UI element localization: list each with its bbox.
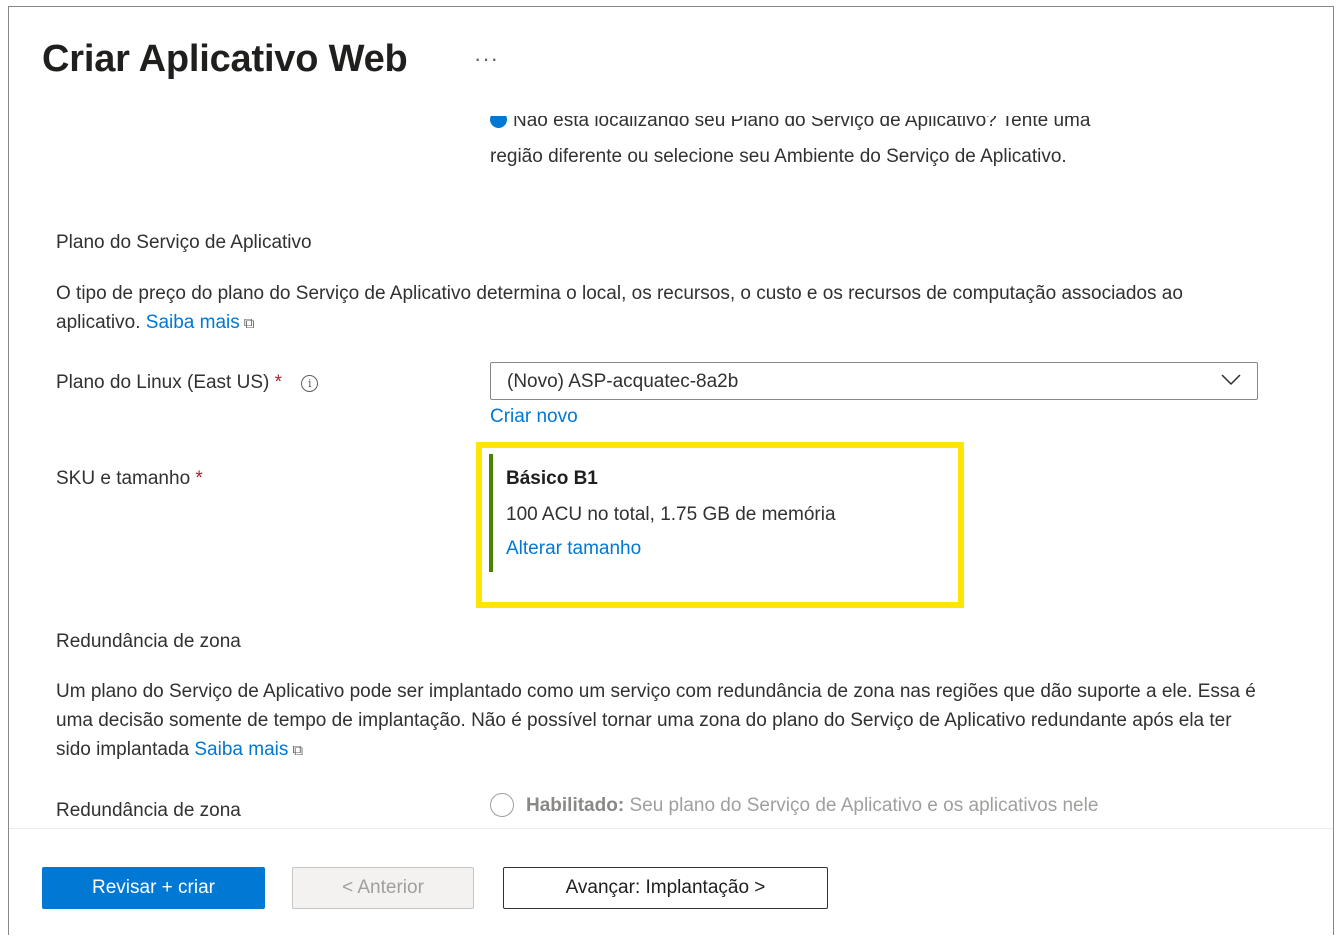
info-tooltip-icon[interactable]: i bbox=[301, 375, 319, 392]
zone-redundancy-field-label: Redundância de zona bbox=[56, 800, 241, 821]
sku-description: 100 ACU no total, 1.75 GB de memória bbox=[506, 504, 836, 525]
previous-button[interactable]: < Anterior bbox=[292, 867, 474, 909]
sku-accent-bar bbox=[489, 454, 493, 572]
app-service-plan-heading: Plano do Serviço de Aplicativo bbox=[56, 232, 312, 253]
app-service-plan-description: O tipo de preço do plano do Serviço de A… bbox=[56, 279, 1196, 338]
radio-button[interactable] bbox=[490, 793, 514, 817]
linux-plan-dropdown[interactable]: (Novo) ASP-acquatec-8a2b bbox=[490, 362, 1258, 400]
more-options-icon[interactable]: ··· bbox=[474, 46, 499, 72]
external-link-icon: ⧉ bbox=[243, 315, 255, 332]
page-title: Criar Aplicativo Web bbox=[42, 38, 408, 80]
zone-redundancy-enabled-option[interactable]: Habilitado: Seu plano do Serviço de Apli… bbox=[490, 793, 1098, 817]
zone-redundancy-description: Um plano do Serviço de Aplicativo pode s… bbox=[56, 677, 1256, 765]
footer-bar: Revisar + criar < Anterior Avançar: Impl… bbox=[9, 828, 1333, 936]
form-scroll-area[interactable]: Não está localizando seu Plano do Serviç… bbox=[9, 116, 1333, 828]
linux-plan-selected-value: (Novo) ASP-acquatec-8a2b bbox=[507, 371, 739, 392]
learn-more-link[interactable]: Saiba mais bbox=[146, 312, 240, 333]
info-icon bbox=[490, 116, 507, 128]
region-info-line1: Não está localizando seu Plano do Serviç… bbox=[490, 116, 1090, 132]
change-size-link[interactable]: Alterar tamanho bbox=[506, 538, 641, 560]
zone-redundancy-heading: Redundância de zona bbox=[56, 631, 241, 652]
sku-name: Básico B1 bbox=[506, 468, 598, 489]
review-create-button[interactable]: Revisar + criar bbox=[42, 867, 265, 909]
required-asterisk: * bbox=[274, 372, 283, 393]
chevron-down-icon bbox=[1221, 374, 1241, 386]
next-deployment-button[interactable]: Avançar: Implantação > bbox=[503, 867, 828, 909]
sku-size-label: SKU e tamanho * bbox=[56, 468, 203, 489]
region-info-line2: região diferente ou selecione seu Ambien… bbox=[490, 146, 1067, 167]
create-new-plan-link[interactable]: Criar novo bbox=[490, 406, 578, 428]
learn-more-link[interactable]: Saiba mais bbox=[194, 739, 288, 760]
required-asterisk: * bbox=[195, 468, 203, 489]
linux-plan-label: Plano do Linux (East US) * i bbox=[56, 372, 319, 394]
external-link-icon: ⧉ bbox=[292, 742, 304, 759]
